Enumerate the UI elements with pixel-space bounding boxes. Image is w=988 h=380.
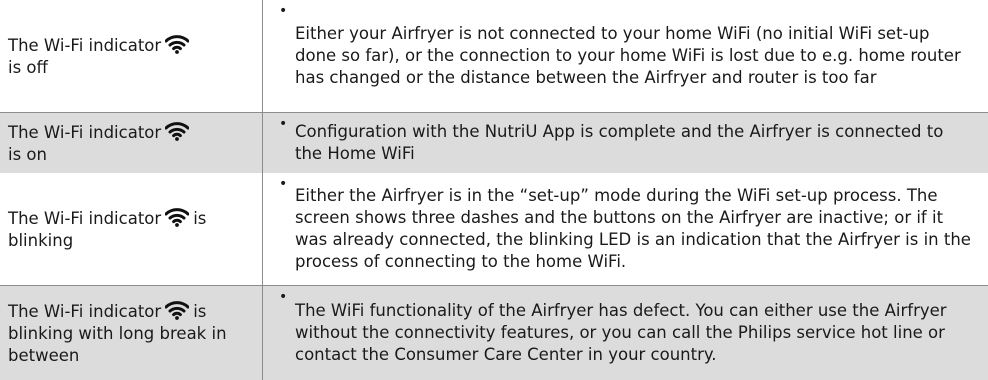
condition-prefix: The Wi-Fi indicator [8, 122, 162, 142]
table-row: The Wi-Fi indicator is blinking • Either… [0, 173, 988, 285]
condition-cell: The Wi-Fi indicator is blinking with lon… [0, 286, 262, 380]
table-row: The Wi-Fi indicator is off • Either your… [0, 0, 988, 112]
condition-prefix: The Wi-Fi indicator [8, 301, 162, 321]
description-text: Configuration with the NutriU App is com… [295, 122, 944, 163]
bullet-icon: • [279, 176, 288, 192]
description-text: Either your Airfryer is not connected to… [295, 24, 961, 87]
condition-line: The Wi-Fi indicator is blinking with lon… [8, 300, 256, 367]
description-cell: • Either your Airfryer is not connected … [263, 0, 988, 112]
condition-line: The Wi-Fi indicator [8, 34, 256, 57]
wifi-icon [165, 300, 190, 320]
condition-suffix: is off [8, 57, 48, 77]
troubleshooting-table: The Wi-Fi indicator is off • Either your… [0, 0, 988, 380]
condition-cell: The Wi-Fi indicator is off [0, 0, 262, 112]
condition-prefix: The Wi-Fi indicator [8, 208, 162, 228]
bullet-icon: • [279, 3, 288, 19]
wifi-icon [165, 207, 190, 227]
condition-line: The Wi-Fi indicator [8, 121, 256, 144]
condition-cell: The Wi-Fi indicator is blinking [0, 173, 262, 285]
condition-cell: The Wi-Fi indicator is on [0, 113, 262, 173]
condition-prefix: The Wi-Fi indicator [8, 35, 162, 55]
wifi-icon [165, 121, 190, 141]
wifi-icon [165, 34, 190, 54]
description-cell: • The WiFi functionality of the Airfryer… [263, 286, 988, 380]
table-row: The Wi-Fi indicator is blinking with lon… [0, 285, 988, 380]
table-row: The Wi-Fi indicator is on • Configuratio… [0, 112, 988, 173]
description-cell: • Configuration with the NutriU App is c… [263, 113, 988, 173]
description-text: The WiFi functionality of the Airfryer h… [295, 301, 947, 364]
description-text: Either the Airfryer is in the “set-up” m… [295, 186, 971, 271]
condition-suffix: is on [8, 144, 47, 164]
bullet-icon: • [279, 116, 288, 132]
condition-line: The Wi-Fi indicator is blinking [8, 207, 256, 252]
bullet-icon: • [279, 289, 288, 305]
description-cell: • Either the Airfryer is in the “set-up”… [263, 173, 988, 285]
